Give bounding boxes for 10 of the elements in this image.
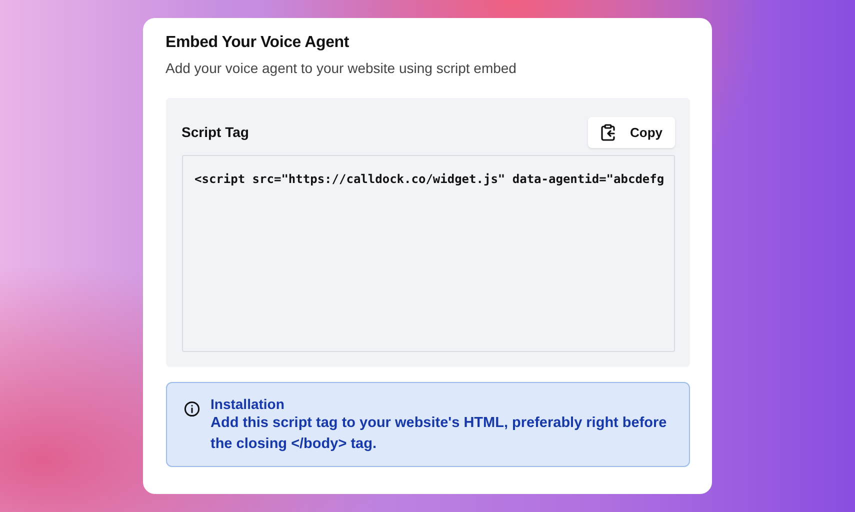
code-text: <script src="https://calldock.co/widget.js" data-agentid="abcdefg <box>194 172 664 186</box>
clipboard-icon <box>600 124 616 140</box>
card-subtitle: Add your voice agent to your website using script embed <box>166 60 518 76</box>
info-text: Add this script tag to your website's HTML, preferably right before the closing </body> tag. <box>210 414 668 454</box>
info-icon <box>184 401 200 417</box>
info-title: Installation <box>210 396 286 412</box>
card-title: Embed Your Voice Agent <box>166 34 350 52</box>
panel-label: Script Tag <box>182 124 249 140</box>
code-block[interactable]: <script src="https://calldock.co/widget.js" data-agentid="abcdefg <box>182 155 674 352</box>
copy-button[interactable]: Copy <box>588 116 674 148</box>
